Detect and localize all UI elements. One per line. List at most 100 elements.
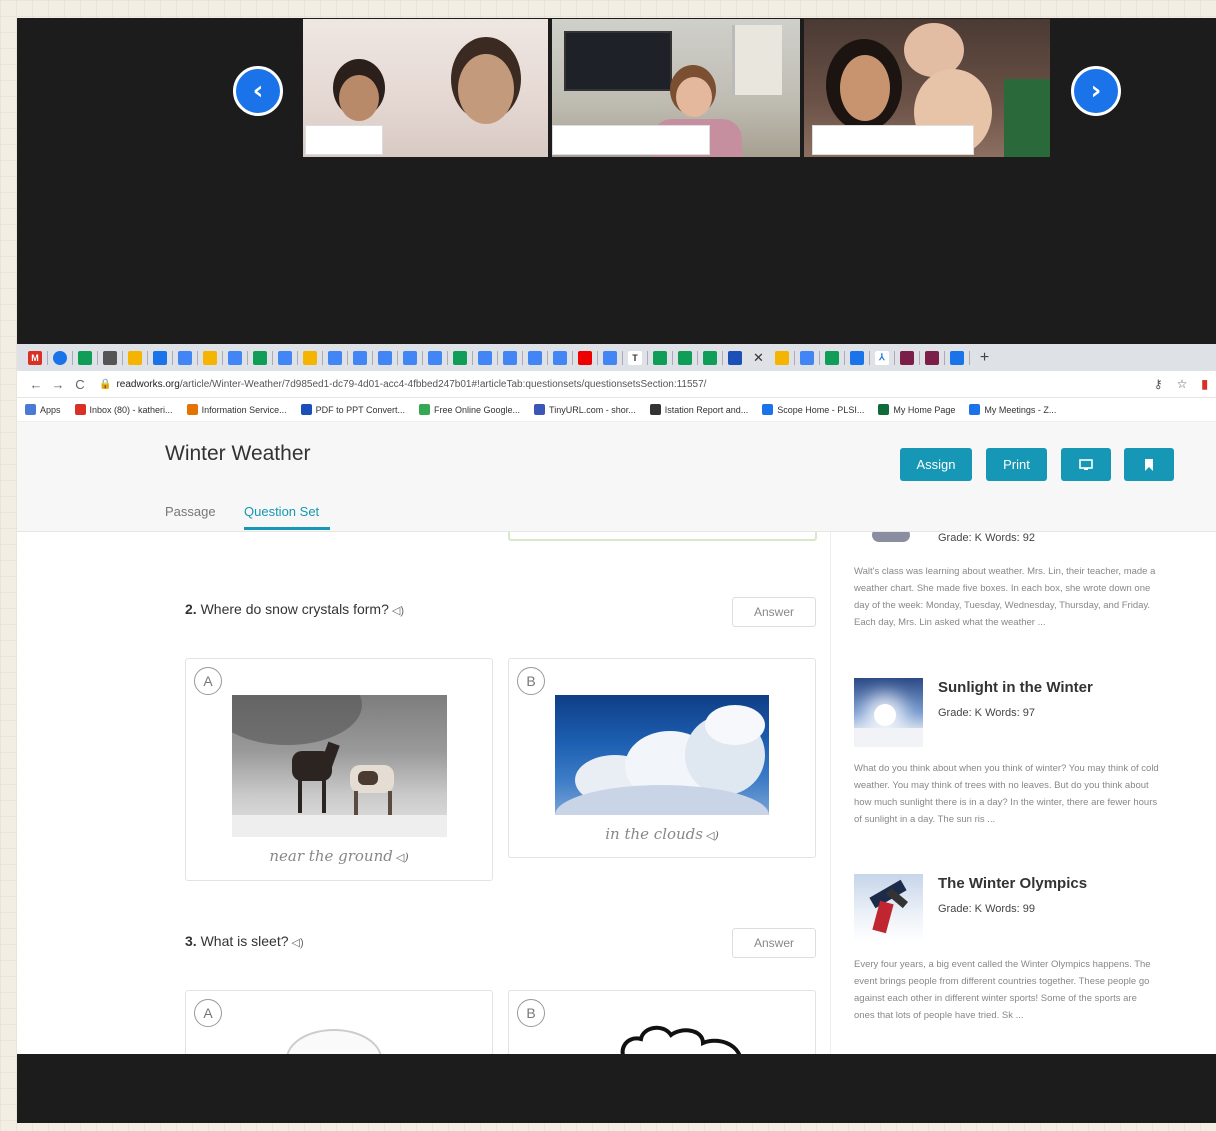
- bookmark-item[interactable]: My Meetings - Z...: [969, 404, 1056, 415]
- sheets-tab-icon[interactable]: [703, 350, 717, 365]
- bookmark-icon: [1145, 458, 1153, 471]
- present-button[interactable]: [1061, 448, 1111, 481]
- bookmark-favicon-icon: [878, 404, 890, 415]
- sheets-tab-icon[interactable]: [253, 350, 267, 365]
- chevron-left-icon: ‹: [252, 76, 264, 106]
- choice-card-b[interactable]: B: [508, 990, 816, 1054]
- docs-tab-icon[interactable]: [353, 350, 367, 365]
- bookmark-label: Inbox (80) - katheri...: [89, 404, 173, 415]
- sheets-tab-icon[interactable]: [78, 350, 92, 365]
- choice-card-a[interactable]: A near the ground ◁): [185, 658, 493, 881]
- choice-card-b[interactable]: B in the clouds ◁): [508, 658, 816, 858]
- bookmark-item[interactable]: TinyURL.com - shor...: [534, 404, 636, 415]
- tab-passage[interactable]: Passage: [165, 504, 216, 519]
- bookmark-favicon-icon: [74, 404, 86, 415]
- speaker-icon[interactable]: ◁): [392, 605, 404, 617]
- sheets-tab-icon[interactable]: [653, 350, 667, 365]
- docs-tab-icon[interactable]: [378, 350, 392, 365]
- bookmark-item[interactable]: Inbox (80) - katheri...: [74, 404, 173, 415]
- article-title[interactable]: Sunlight in the Winter: [938, 679, 1093, 696]
- youtube-tab-icon[interactable]: [578, 350, 592, 365]
- assign-button[interactable]: Assign: [900, 448, 972, 481]
- article-thumbnail: [872, 532, 910, 542]
- docs-tab-icon[interactable]: [528, 350, 542, 365]
- gmail-tab-icon[interactable]: M: [28, 350, 42, 365]
- bookmark-item[interactable]: My Home Page: [878, 404, 955, 415]
- bookmark-item[interactable]: Istation Report and...: [649, 404, 749, 415]
- tab-icon[interactable]: [924, 350, 939, 365]
- slides-tab-icon[interactable]: [774, 350, 789, 365]
- docs-tab-icon[interactable]: [328, 350, 342, 365]
- bookmarks-bar: Apps Inbox (80) - katheri... Information S…: [17, 398, 1216, 422]
- drive-tab-icon[interactable]: [203, 350, 217, 365]
- new-tab-icon[interactable]: +: [980, 349, 989, 367]
- sheets-tab-icon[interactable]: [678, 350, 692, 365]
- sheets-tab-icon[interactable]: [453, 350, 467, 365]
- bookmark-label: My Meetings - Z...: [984, 404, 1057, 415]
- participant-name-label: [812, 125, 974, 155]
- question-2: 2. Where do snow crystals form? ◁): [185, 601, 404, 617]
- choice-caption: in the clouds ◁): [605, 825, 719, 843]
- previous-choice-card: [508, 532, 817, 541]
- article-thumbnail[interactable]: [854, 678, 923, 747]
- bookmark-item[interactable]: Information Service...: [186, 404, 287, 415]
- star-icon[interactable]: ☆: [1177, 377, 1188, 391]
- reload-icon[interactable]: C: [69, 377, 91, 392]
- docs-tab-icon[interactable]: [503, 350, 517, 365]
- bookmark-favicon-icon: [969, 404, 981, 415]
- participant-name-label: [552, 125, 710, 155]
- sleet-image: [286, 1029, 382, 1054]
- next-participants-button[interactable]: ›: [1071, 66, 1121, 116]
- docs-tab-icon[interactable]: [478, 350, 492, 365]
- tab-icon[interactable]: [153, 350, 167, 365]
- back-icon[interactable]: ←: [25, 377, 47, 392]
- bookmark-label: Free Online Google...: [433, 404, 521, 415]
- article-thumbnail[interactable]: [854, 874, 923, 943]
- forward-icon[interactable]: →: [47, 377, 69, 392]
- bookmark-label: Istation Report and...: [664, 404, 749, 415]
- key-icon[interactable]: ⚷: [1154, 377, 1163, 391]
- print-button[interactable]: Print: [986, 448, 1047, 481]
- drive-tab-icon[interactable]: [128, 350, 142, 365]
- answer-button[interactable]: Answer: [732, 928, 816, 958]
- docs-tab-icon[interactable]: [428, 350, 442, 365]
- tab-icon[interactable]: [849, 350, 864, 365]
- docs-tab-icon[interactable]: [553, 350, 567, 365]
- answer-button[interactable]: Answer: [732, 597, 816, 627]
- istation-tab-icon[interactable]: T: [628, 350, 642, 365]
- tab-icon[interactable]: [899, 350, 914, 365]
- bookmark-button[interactable]: [1124, 448, 1174, 481]
- docs-tab-icon[interactable]: [178, 350, 192, 365]
- tab-icon[interactable]: [103, 350, 117, 365]
- previous-participants-button[interactable]: ‹: [233, 66, 283, 116]
- docs-tab-icon[interactable]: [799, 350, 814, 365]
- docs-tab-icon[interactable]: [228, 350, 242, 365]
- docs-tab-icon[interactable]: [278, 350, 292, 365]
- bookmark-favicon-icon: [186, 404, 198, 415]
- tab-icon[interactable]: ⅄: [874, 350, 889, 365]
- bookmark-item[interactable]: Apps: [25, 404, 61, 415]
- sheets-tab-icon[interactable]: [824, 350, 839, 365]
- docs-tab-icon[interactable]: [403, 350, 417, 365]
- tab-icon[interactable]: [728, 350, 742, 365]
- speaker-icon[interactable]: ◁): [292, 937, 304, 949]
- slides-tab-icon[interactable]: [303, 350, 317, 365]
- choice-card-a[interactable]: A: [185, 990, 493, 1054]
- bookmark-item[interactable]: PDF to PPT Convert...: [300, 404, 405, 415]
- clouds-image: [555, 695, 769, 815]
- browser-window: M T ✕ ⅄ + ← → C 🔒 readworks.org/article/…: [17, 344, 1216, 1054]
- pdf-extension-icon[interactable]: ▮: [1201, 377, 1208, 391]
- docs-tab-icon[interactable]: [603, 350, 617, 365]
- bookmark-item[interactable]: Scope Home - PLSI...: [762, 404, 864, 415]
- article-meta: Grade: K Words: 97: [938, 707, 1036, 719]
- close-tab-icon[interactable]: ✕: [753, 350, 764, 366]
- tab-icon[interactable]: [53, 350, 67, 365]
- bookmark-item[interactable]: Free Online Google...: [418, 404, 521, 415]
- article-title[interactable]: The Winter Olympics: [938, 875, 1087, 892]
- tab-icon[interactable]: [949, 350, 964, 365]
- url-field[interactable]: readworks.org/article/Winter-Weather/7d9…: [116, 379, 1153, 390]
- speaker-icon[interactable]: ◁): [706, 829, 719, 842]
- horses-in-snow-image: [232, 695, 447, 837]
- speaker-icon[interactable]: ◁): [396, 851, 409, 864]
- tab-question-set[interactable]: Question Set: [244, 504, 319, 519]
